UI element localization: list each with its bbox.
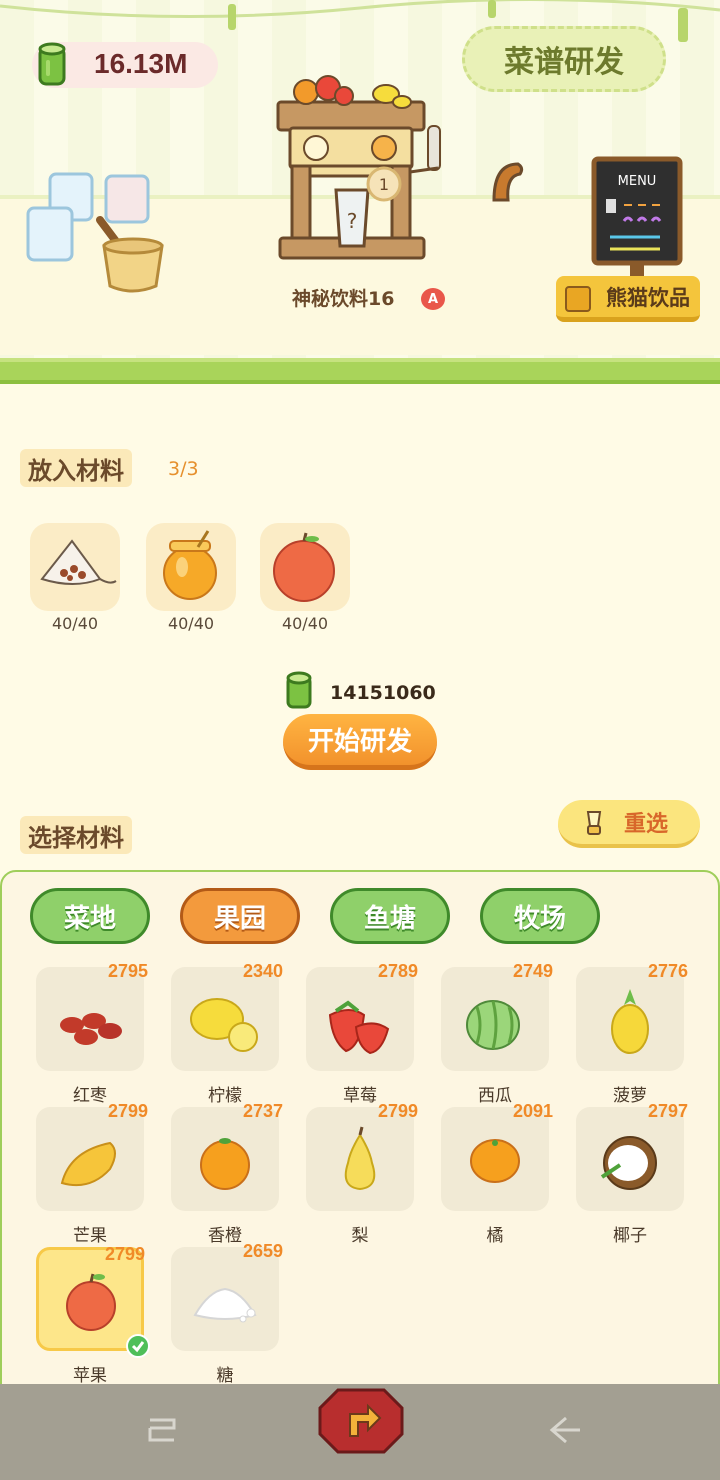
- bamboo-coin-icon: [286, 671, 312, 709]
- start-research-button[interactable]: 开始研发: [283, 714, 437, 770]
- menu-board: MENU: [591, 156, 683, 277]
- glasses-and-mortar: [26, 172, 164, 293]
- slot-1-count: 40/40: [51, 614, 99, 633]
- item-coconut[interactable]: 2797: [576, 1101, 688, 1211]
- apple-icon: [273, 532, 335, 602]
- scene-floor-border: [0, 358, 720, 384]
- item-qty: 2795: [107, 961, 148, 981]
- ingredients-title: 放入材料: [20, 449, 132, 487]
- item-qty: 2799: [377, 1101, 418, 1121]
- apple-icon: [66, 1273, 116, 1331]
- ingredients-count: 3/3: [168, 458, 199, 480]
- watermelon-icon: [466, 1000, 520, 1050]
- tea-bag-icon: [40, 539, 117, 585]
- item-qty: 2749: [512, 961, 553, 981]
- queue-count: 1: [379, 175, 389, 194]
- lemon-icon: [190, 998, 258, 1052]
- item-qty: 2789: [377, 961, 418, 981]
- item-label: 椰子: [613, 1226, 647, 1246]
- item-pineapple[interactable]: 2776: [576, 961, 688, 1071]
- recipe-research-button[interactable]: 菜谱研发: [462, 26, 666, 92]
- item-qty: 2340: [242, 961, 283, 981]
- item-tangerine[interactable]: 2091: [441, 1101, 553, 1211]
- mango-icon: [60, 1141, 116, 1187]
- slot-3-count: 40/40: [281, 614, 329, 633]
- pineapple-icon: [611, 989, 649, 1054]
- drink-machine[interactable]: ? 1: [270, 70, 450, 270]
- back-icon[interactable]: [544, 1410, 584, 1450]
- ingredient-slot-3[interactable]: [260, 523, 350, 611]
- item-qty: 2776: [647, 961, 688, 981]
- item-orange[interactable]: 2737: [171, 1101, 283, 1211]
- home-icon[interactable]: [318, 1386, 404, 1456]
- bamboo-coin-icon: [38, 42, 66, 86]
- item-label: 梨: [351, 1226, 369, 1246]
- coconut-icon: [600, 1136, 657, 1190]
- item-qty: 2659: [242, 1241, 283, 1261]
- coin-amount: 16.13M: [94, 48, 188, 79]
- item-strawberry[interactable]: 2789: [306, 961, 418, 1071]
- item-qty: 2799: [104, 1244, 145, 1264]
- item-watermelon[interactable]: 2749: [441, 961, 553, 1071]
- cat-tail-decoration: [492, 162, 524, 202]
- item-qty: 2799: [107, 1101, 148, 1121]
- select-materials-title: 选择材料: [20, 816, 132, 854]
- tangerine-icon: [470, 1139, 520, 1183]
- strawberry-icon: [328, 1000, 390, 1055]
- item-label: 芒果: [73, 1226, 107, 1246]
- item-qty: 2797: [647, 1101, 688, 1121]
- recent-apps-icon[interactable]: [142, 1410, 182, 1450]
- item-label: 糖: [216, 1366, 234, 1386]
- item-red-date[interactable]: 2795: [36, 961, 148, 1071]
- slot-2-count: 40/40: [167, 614, 215, 633]
- item-lemon[interactable]: 2340: [171, 961, 283, 1071]
- item-qty: 2737: [242, 1101, 283, 1121]
- sugar-icon: [193, 1287, 257, 1323]
- tab-vegetable-field[interactable]: 菜地: [30, 888, 150, 944]
- svg-text:?: ?: [347, 209, 358, 233]
- item-apple[interactable]: 2799: [36, 1244, 145, 1351]
- item-sugar[interactable]: 2659: [171, 1241, 283, 1351]
- ingredient-slot-2[interactable]: [146, 523, 236, 611]
- ingredient-slot-1[interactable]: [30, 523, 120, 611]
- item-label: 苹果: [73, 1366, 107, 1386]
- item-qty: 2091: [512, 1101, 553, 1121]
- drink-name: 神秘饮料16: [292, 288, 395, 310]
- tab-orchard[interactable]: 果园: [180, 888, 300, 944]
- item-pear[interactable]: 2799: [306, 1101, 418, 1211]
- shop-bag-icon: [565, 286, 591, 312]
- menu-title: MENU: [618, 174, 657, 189]
- tab-fish-pond[interactable]: 鱼塘: [330, 888, 450, 944]
- selected-check-icon: [126, 1334, 150, 1358]
- item-label: 橘: [486, 1226, 504, 1246]
- pear-icon: [344, 1126, 376, 1191]
- tab-ranch[interactable]: 牧场: [480, 888, 600, 944]
- honey-jar-icon: [163, 530, 217, 600]
- item-mango[interactable]: 2799: [36, 1101, 148, 1211]
- grade-badge: A: [421, 288, 445, 310]
- orange-icon: [200, 1138, 250, 1190]
- research-cost: 14151060: [330, 682, 436, 704]
- lightbulb-icon: [586, 811, 602, 835]
- red-date-icon: [60, 1013, 122, 1045]
